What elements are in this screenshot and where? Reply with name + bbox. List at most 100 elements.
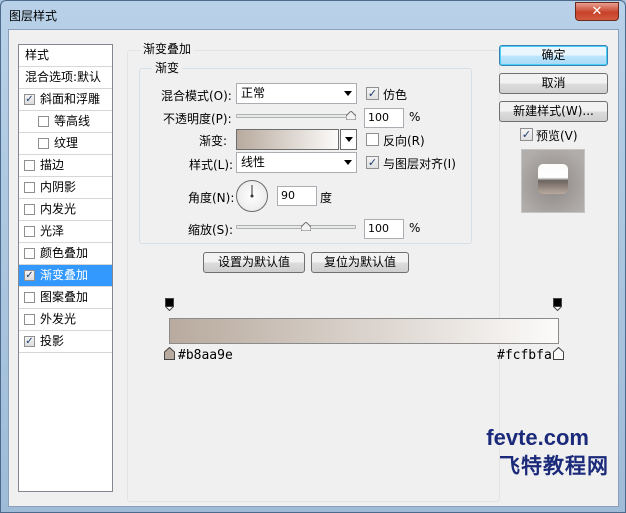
window-title: 图层样式 (9, 9, 58, 23)
gradient-preview-bar[interactable] (169, 318, 559, 344)
style-list: 样式 混合选项:默认 ✓ 斜面和浮雕等高线纹理描边内阴影内发光光泽颜色叠加 ✓ 渐变叠… (18, 44, 113, 492)
gradient-swatch[interactable] (236, 129, 339, 150)
gradient-picker-button[interactable] (340, 129, 357, 150)
check-icon: ✓ (367, 156, 378, 169)
ok-button[interactable]: 确定 (499, 45, 608, 66)
opacity-value: 100 (368, 111, 389, 124)
style-list-item[interactable]: 外发光 (19, 309, 112, 331)
style-list-header[interactable]: 样式 (19, 45, 112, 67)
gradient-style-select[interactable]: 线性 (236, 152, 357, 173)
close-button[interactable]: ✕ (575, 2, 619, 21)
scale-unit: % (409, 221, 421, 235)
preview-label: 预览(V) (536, 129, 578, 143)
style-list-item[interactable]: 内阴影 (19, 177, 112, 199)
style-preview-thumbnail (521, 149, 585, 213)
style-item-label: 内发光 (40, 202, 77, 216)
blend-mode-value: 正常 (241, 86, 266, 100)
reverse-label: 反向(R) (383, 134, 425, 148)
opacity-label: 不透明度(P): (163, 112, 232, 126)
opacity-slider-track[interactable] (236, 114, 356, 118)
check-icon: ✓ (521, 128, 532, 141)
angle-label: 角度(N): (188, 191, 235, 205)
opacity-unit: % (409, 110, 421, 124)
style-item-checkbox[interactable] (24, 182, 35, 193)
style-item-checkbox[interactable] (24, 160, 35, 171)
style-item-checkbox[interactable]: ✓ (24, 94, 35, 105)
left-color-hex: #b8aa9e (178, 348, 233, 363)
preview-checkbox[interactable]: ✓ (520, 128, 533, 141)
style-item-label: 渐变叠加 (40, 268, 89, 282)
dither-label: 仿色 (383, 88, 408, 102)
style-item-checkbox[interactable] (24, 248, 35, 259)
watermark-domain: fevte.com (486, 425, 589, 450)
close-icon: ✕ (591, 4, 603, 19)
check-icon: ✓ (25, 94, 34, 105)
blend-options-label: 混合选项:默认 (25, 70, 102, 84)
ok-label: 确定 (541, 48, 566, 62)
style-list-item[interactable]: ✓ 斜面和浮雕 (19, 89, 112, 111)
style-item-checkbox[interactable] (38, 116, 49, 127)
align-layer-label: 与图层对齐(I) (383, 157, 456, 171)
new-style-button[interactable]: 新建样式(W)... (499, 101, 608, 122)
align-layer-checkbox[interactable]: ✓ (366, 156, 379, 169)
style-item-label: 斜面和浮雕 (40, 92, 101, 106)
style-item-label: 光泽 (40, 224, 65, 238)
opacity-stop-right[interactable] (553, 298, 562, 311)
style-list-item[interactable]: 内发光 (19, 199, 112, 221)
style-item-checkbox[interactable] (24, 204, 35, 215)
style-item-label: 描边 (40, 158, 65, 172)
cancel-button[interactable]: 取消 (499, 73, 608, 94)
style-list-item[interactable]: 图案叠加 (19, 287, 112, 309)
blend-mode-select[interactable]: 正常 (236, 83, 357, 104)
gradient-style-label: 样式(L): (189, 158, 234, 172)
check-icon: ✓ (25, 270, 34, 281)
gradient-overlay-group-title: 渐变叠加 (140, 40, 195, 57)
style-item-checkbox[interactable] (38, 138, 49, 149)
color-stop-left[interactable] (164, 347, 175, 360)
style-item-label: 纹理 (54, 136, 79, 150)
scale-slider-track[interactable] (236, 225, 356, 229)
angle-input[interactable]: 90 (277, 186, 317, 206)
gradient-style-value: 线性 (241, 155, 266, 169)
scale-slider-thumb[interactable] (301, 222, 311, 231)
style-item-checkbox[interactable]: ✓ (24, 336, 35, 347)
style-item-label: 投影 (40, 334, 65, 348)
angle-dial[interactable] (236, 180, 268, 212)
style-list-item[interactable]: ✓ 渐变叠加 (19, 265, 112, 287)
cancel-label: 取消 (541, 76, 566, 90)
new-style-label: 新建样式(W)... (513, 104, 594, 118)
watermark-site-name: 飞特教程网 (499, 455, 609, 478)
preview-swatch-icon (522, 150, 584, 212)
style-list-item[interactable]: 描边 (19, 155, 112, 177)
title-bar[interactable]: 图层样式 ✕ (1, 1, 625, 29)
opacity-slider-thumb[interactable] (346, 111, 356, 120)
blend-options-item[interactable]: 混合选项:默认 (19, 67, 112, 89)
style-item-checkbox[interactable] (24, 314, 35, 325)
scale-label: 缩放(S): (188, 223, 234, 237)
style-item-checkbox[interactable] (24, 226, 35, 237)
check-icon: ✓ (367, 87, 378, 100)
opacity-input[interactable]: 100 (364, 108, 404, 128)
layer-style-dialog: 图层样式 ✕ 样式 混合选项:默认 ✓ 斜面和浮雕等高线纹理描边内阴影内发光光泽颜… (0, 0, 626, 513)
style-item-label: 颜色叠加 (40, 246, 89, 260)
reverse-checkbox[interactable] (366, 133, 379, 146)
style-list-item[interactable]: 颜色叠加 (19, 243, 112, 265)
style-item-checkbox[interactable]: ✓ (24, 270, 35, 281)
color-stop-right[interactable] (553, 347, 564, 360)
scale-value: 100 (368, 222, 389, 235)
dither-checkbox[interactable]: ✓ (366, 87, 379, 100)
opacity-stop-left[interactable] (165, 298, 174, 311)
style-list-item[interactable]: 光泽 (19, 221, 112, 243)
style-list-item[interactable]: 纹理 (19, 133, 112, 155)
check-icon: ✓ (25, 336, 34, 347)
style-list-item[interactable]: 等高线 (19, 111, 112, 133)
chevron-down-icon (344, 91, 352, 96)
style-item-checkbox[interactable] (24, 292, 35, 303)
reset-default-button[interactable]: 复位为默认值 (311, 252, 409, 273)
style-list-header-label: 样式 (25, 48, 50, 62)
set-default-button[interactable]: 设置为默认值 (203, 252, 305, 273)
style-item-label: 等高线 (54, 114, 91, 128)
angle-dial-needle-icon (250, 185, 254, 198)
scale-input[interactable]: 100 (364, 219, 404, 239)
style-list-item[interactable]: ✓ 投影 (19, 331, 112, 353)
